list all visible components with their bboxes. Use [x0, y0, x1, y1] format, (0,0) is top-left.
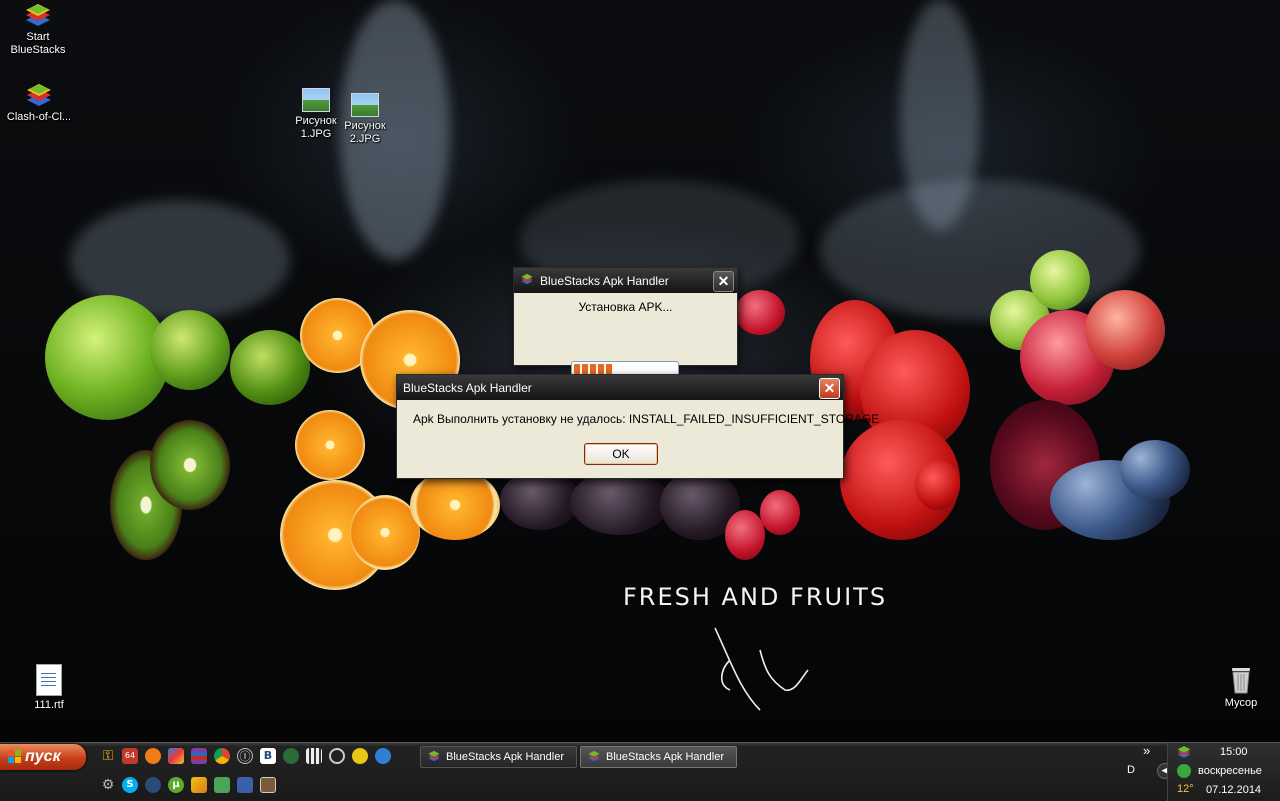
clock-day: воскресенье [1198, 765, 1262, 777]
task-label: BlueStacks Apk Handler [606, 751, 725, 763]
desktop-icon-recycle-bin[interactable]: Мусор [1203, 664, 1279, 710]
bluestacks-icon [587, 750, 601, 765]
progress-message: Установка APK... [578, 300, 673, 314]
close-button[interactable]: ✕ [713, 271, 734, 292]
progress-dialog: BlueStacks Apk Handler ✕ Установка APK..… [513, 267, 738, 377]
clapper-icon[interactable] [306, 748, 322, 764]
start-label: пуск [25, 748, 61, 765]
music-icon[interactable] [145, 777, 161, 793]
close-icon: ✕ [717, 273, 730, 289]
network-icon[interactable] [1177, 764, 1191, 778]
error-dialog-body: Apk Выполнить установку не удалось: INST… [397, 400, 879, 476]
taskbar-expand-button[interactable]: » [1143, 743, 1150, 758]
utorrent-icon[interactable]: µ [168, 777, 184, 793]
ok-button[interactable]: OK [584, 443, 658, 465]
desktop-icon-clash-of-clans[interactable]: Clash-of-Cl... [1, 82, 77, 124]
yellow-icon[interactable] [352, 748, 368, 764]
refresh-icon[interactable] [375, 748, 391, 764]
taskbar: пуск ⚿ 64 Ⓘ B ⚙ S µ BlueStacks Apk Handl… [0, 742, 1280, 801]
bluestacks-icon [520, 273, 534, 288]
error-dialog-titlebar[interactable]: BlueStacks Apk Handler ✕ [397, 375, 843, 400]
clock-time[interactable]: 15:00 [1220, 746, 1248, 758]
desktop-icon-image-2[interactable]: Рисунок 2.JPG [327, 93, 403, 146]
progress-bar-fill [574, 364, 613, 374]
start-button[interactable]: пуск [0, 744, 86, 770]
tools-icon[interactable] [237, 777, 253, 793]
chart-icon[interactable] [283, 748, 299, 764]
progress-dialog-titlebar[interactable]: BlueStacks Apk Handler ✕ [514, 268, 737, 293]
weather-temperature[interactable]: 12° [1177, 783, 1194, 795]
monitor-icon[interactable] [214, 777, 230, 793]
gear-icon[interactable]: ⚙ [100, 777, 116, 793]
error-message: Apk Выполнить установку не удалось: INST… [413, 412, 880, 426]
info-icon[interactable]: Ⓘ [237, 748, 253, 764]
recycle-bin-icon [1229, 664, 1253, 694]
hammer-icon[interactable] [329, 748, 345, 764]
desktop-icon-label: Рисунок 2.JPG [344, 120, 386, 145]
games-icon[interactable] [168, 748, 184, 764]
task-button-apk-handler-1[interactable]: BlueStacks Apk Handler [420, 746, 577, 768]
desktop-icon-label: 111.rtf [34, 699, 64, 711]
document-icon [36, 664, 62, 696]
bluestacks-icon [24, 82, 54, 108]
vk-icon[interactable]: B [260, 748, 276, 764]
winrar-icon[interactable] [191, 748, 207, 764]
64-icon[interactable]: 64 [122, 748, 138, 764]
wallpaper-caption: FRESH AND FRUITS [623, 583, 888, 611]
task-button-apk-handler-2[interactable]: BlueStacks Apk Handler [580, 746, 737, 768]
desktop-icon-label: Start BlueStacks [10, 31, 66, 56]
key-icon[interactable]: ⚿ [100, 748, 116, 764]
bluestacks-tray-icon[interactable] [1176, 745, 1192, 762]
language-indicator[interactable]: D [1127, 764, 1135, 776]
close-button[interactable]: ✕ [819, 378, 840, 399]
pencil-icon[interactable] [191, 777, 207, 793]
image-file-icon [351, 93, 379, 117]
desktop-icon-label: Clash-of-Cl... [6, 111, 72, 123]
desktop-icon-111-rtf[interactable]: 111.rtf [11, 664, 87, 712]
close-icon: ✕ [823, 380, 836, 396]
avast-icon[interactable] [145, 748, 161, 764]
error-dialog: BlueStacks Apk Handler ✕ Apk Выполнить у… [396, 374, 879, 479]
panel-icon[interactable] [260, 777, 276, 793]
windows-flag-icon [8, 750, 22, 764]
skype-icon[interactable]: S [122, 777, 138, 793]
error-dialog-title: BlueStacks Apk Handler [403, 380, 532, 395]
bluestacks-icon [427, 750, 441, 765]
task-label: BlueStacks Apk Handler [446, 751, 565, 763]
desktop-icon-label: Мусор [1224, 697, 1258, 709]
desktop-icon-start-bluestacks[interactable]: Start BlueStacks [0, 2, 76, 57]
clock-date: 07.12.2014 [1206, 784, 1262, 796]
progress-dialog-body: Установка APK... [514, 293, 737, 377]
signature-graphic [714, 627, 809, 711]
system-tray: 15:00 воскресенье 12° 07.12.2014 [1167, 743, 1280, 801]
image-file-icon [302, 88, 330, 112]
progress-dialog-title: BlueStacks Apk Handler [540, 273, 669, 288]
chrome-icon[interactable] [214, 748, 230, 764]
bluestacks-icon [23, 2, 53, 28]
